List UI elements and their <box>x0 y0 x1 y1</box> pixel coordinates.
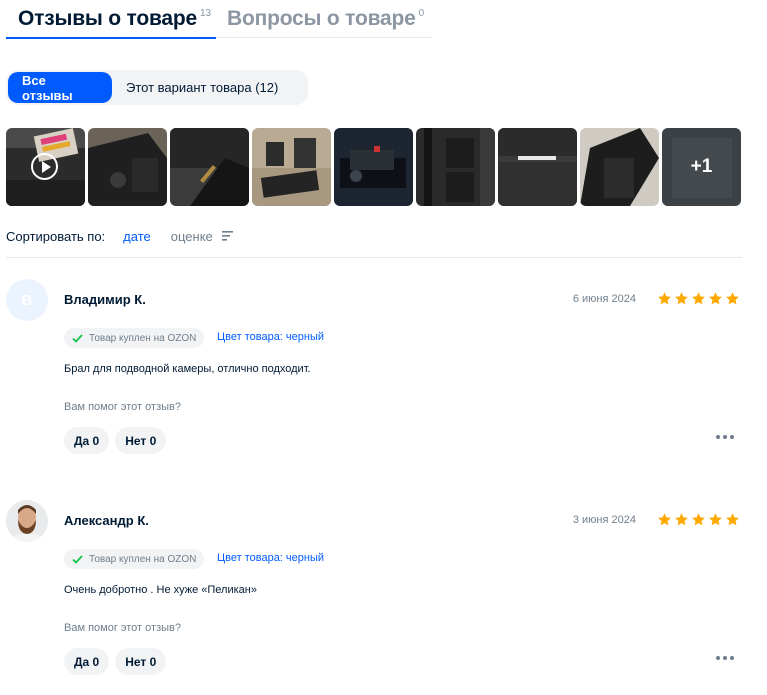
tab-reviews-label: Отзывы о товаре <box>18 7 197 30</box>
review-photo[interactable] <box>170 128 249 206</box>
vote-no-button[interactable]: Нет 0 <box>115 427 167 454</box>
star-icon <box>658 513 671 526</box>
star-icon <box>709 513 722 526</box>
review-tabs: Отзывы о товаре 13 Вопросы о товаре 0 <box>6 0 432 39</box>
sort-by-date-button[interactable]: дате <box>123 229 151 244</box>
tab-questions-label: Вопросы о товаре <box>227 7 416 30</box>
star-icon <box>726 513 739 526</box>
review-photo[interactable] <box>334 128 413 206</box>
filter-all-reviews-button[interactable]: Все отзывы <box>8 72 112 103</box>
helpful-question: Вам помог этот отзыв? <box>64 622 181 634</box>
tab-questions-count: 0 <box>418 8 425 19</box>
star-icon <box>675 292 688 305</box>
review-photos: +1 <box>6 128 741 206</box>
vote-no-button[interactable]: Нет 0 <box>115 648 167 675</box>
star-icon <box>709 292 722 305</box>
tab-questions[interactable]: Вопросы о товаре 0 <box>216 0 424 38</box>
star-icon <box>675 513 688 526</box>
play-icon <box>31 153 58 180</box>
purchased-on-ozon-badge: Товар куплен на OZON <box>64 328 205 348</box>
review-author[interactable]: Владимир К. <box>64 292 146 307</box>
review-photo[interactable] <box>252 128 331 206</box>
sort-label: Сортировать по: <box>6 229 106 244</box>
helpful-question: Вам помог этот отзыв? <box>64 401 181 413</box>
filter-this-variant-button[interactable]: Этот вариант товара (12) <box>112 72 292 103</box>
purchased-on-ozon-badge: Товар куплен на OZON <box>64 549 205 569</box>
product-color[interactable]: Цвет товара: черный <box>217 552 324 564</box>
more-options-icon[interactable] <box>714 433 736 441</box>
tab-reviews-count: 13 <box>200 8 212 19</box>
product-color[interactable]: Цвет товара: черный <box>217 331 324 343</box>
sort-order-icon[interactable] <box>221 231 234 241</box>
review-rating <box>657 512 740 527</box>
tab-reviews[interactable]: Отзывы о товаре 13 <box>6 0 216 39</box>
purchase-badge-label: Товар куплен на OZON <box>89 332 197 344</box>
vote-yes-button[interactable]: Да 0 <box>64 648 110 675</box>
vote-row: Да 0 Нет 0 <box>64 427 167 454</box>
check-icon <box>72 554 83 564</box>
review-photo[interactable] <box>88 128 167 206</box>
review-filter: Все отзывы Этот вариант товара (12) <box>6 70 308 105</box>
review-photo[interactable] <box>580 128 659 206</box>
sort-by-rating-button[interactable]: оценке <box>171 229 213 244</box>
star-icon <box>726 292 739 305</box>
star-icon <box>692 513 705 526</box>
review-photo[interactable] <box>498 128 577 206</box>
review-rating <box>657 291 740 306</box>
vote-row: Да 0 Нет 0 <box>64 648 167 675</box>
check-icon <box>72 333 83 343</box>
review-text: Очень добротно . Не хуже «Пеликан» <box>64 584 257 596</box>
review-author[interactable]: Александр К. <box>64 513 149 528</box>
avatar: В <box>6 279 48 321</box>
more-options-icon[interactable] <box>714 654 736 662</box>
vote-yes-button[interactable]: Да 0 <box>64 427 110 454</box>
avatar <box>6 500 48 542</box>
purchase-badge-label: Товар куплен на OZON <box>89 553 197 565</box>
review-photo[interactable] <box>416 128 495 206</box>
sort-bar: Сортировать по: дате оценке <box>6 229 742 258</box>
review-photo-more[interactable]: +1 <box>662 128 741 206</box>
more-photos-count: +1 <box>662 128 741 206</box>
star-icon <box>658 292 671 305</box>
review-text: Брал для подводной камеры, отлично подхо… <box>64 363 311 375</box>
star-icon <box>692 292 705 305</box>
review-video-thumbnail[interactable] <box>6 128 85 206</box>
review-date: 3 июня 2024 <box>572 514 636 526</box>
review-date: 6 июня 2024 <box>572 293 636 305</box>
